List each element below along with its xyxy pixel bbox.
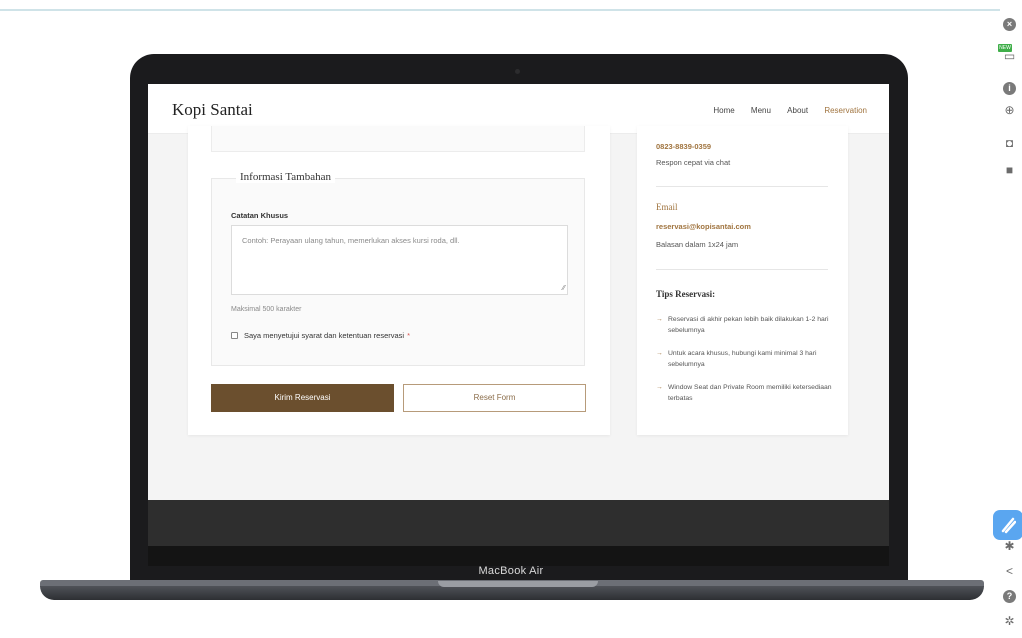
submit-button[interactable]: Kirim Reservasi (211, 384, 394, 412)
info-icon[interactable]: i (1003, 82, 1016, 95)
help-icon[interactable]: ? (1003, 590, 1016, 603)
base-notch (438, 581, 598, 587)
required-mark: * (407, 331, 411, 340)
nav-links: Home Menu About Reservation (699, 106, 867, 115)
extension-toolbar: × NEW ▭ i ⊕ ◘ ■ ✱ < ? ✲ (993, 0, 1022, 638)
device-label: MacBook Air (478, 565, 544, 577)
camera-dot (515, 69, 520, 74)
email-note: Balasan dalam 1x24 jam (656, 240, 739, 249)
site-logo[interactable]: Kopi Santai (172, 100, 253, 120)
notes-textarea[interactable]: Contoh: Perayaan ulang tahun, memerlukan… (231, 225, 568, 295)
section-title: Informasi Tambahan (236, 171, 335, 183)
tip-item: → Reservasi di akhir pekan lebih baik dil… (656, 316, 829, 334)
laptop-screen: Kopi Santai Home Menu About Reservation … (148, 84, 889, 546)
phone-note: Respon cepat via chat (656, 158, 731, 167)
divider (656, 269, 828, 270)
nav-about[interactable]: About (787, 106, 808, 115)
arrow-icon: → (656, 384, 663, 391)
notes-help-text: Maksimal 500 karakter (231, 306, 302, 313)
notes-placeholder: Contoh: Perayaan ulang tahun, memerlukan… (242, 236, 460, 245)
zoom-icon[interactable]: ⊕ (1003, 104, 1016, 117)
reservation-form-card: Informasi Tambahan Catatan Khusus Contoh… (188, 126, 610, 435)
arrow-icon: → (656, 350, 663, 357)
camera-icon[interactable]: ◘ (1003, 137, 1016, 150)
pin-icon[interactable]: ✱ (1003, 540, 1016, 553)
site-footer (148, 500, 889, 546)
resize-handle-icon[interactable]: ⁄⁄ (563, 285, 565, 292)
nav-menu[interactable]: Menu (751, 106, 771, 115)
arrow-icon: → (656, 316, 663, 323)
tip-item: → Window Seat dan Private Room memiliki k… (656, 384, 832, 402)
tip-item: → Untuk acara khusus, hubungi kami minima… (656, 350, 817, 368)
agree-checkbox[interactable] (231, 332, 238, 339)
notes-label: Catatan Khusus (231, 211, 289, 220)
agree-label[interactable]: Saya menyetujui syarat dan ketentuan res… (244, 331, 410, 340)
laptop-lid: Kopi Santai Home Menu About Reservation … (130, 54, 908, 581)
nav-home[interactable]: Home (713, 106, 734, 115)
tips-heading: Tips Reservasi: (656, 289, 716, 299)
extension-icon[interactable]: ▭ (1003, 50, 1016, 63)
divider (656, 186, 828, 187)
browser-top-border (0, 9, 1000, 11)
phone-number[interactable]: 0823-8839-0359 (656, 142, 711, 151)
reset-button[interactable]: Reset Form (403, 384, 586, 412)
base-body (40, 586, 984, 600)
close-circle-icon[interactable]: × (1003, 18, 1016, 31)
quick-action-button[interactable] (993, 510, 1022, 540)
contact-sidebar: 0823-8839-0359 Respon cepat via chat Ema… (637, 126, 848, 435)
previous-fieldset (211, 126, 585, 152)
settings-icon[interactable]: ✲ (1003, 615, 1016, 628)
email-heading: Email (656, 202, 678, 212)
nav-reservation[interactable]: Reservation (824, 106, 867, 115)
additional-info-fieldset: Informasi Tambahan Catatan Khusus Contoh… (211, 171, 585, 366)
video-icon[interactable]: ■ (1003, 164, 1016, 177)
email-link[interactable]: reservasi@kopisantai.com (656, 222, 751, 231)
pen-icon (1001, 517, 1016, 534)
